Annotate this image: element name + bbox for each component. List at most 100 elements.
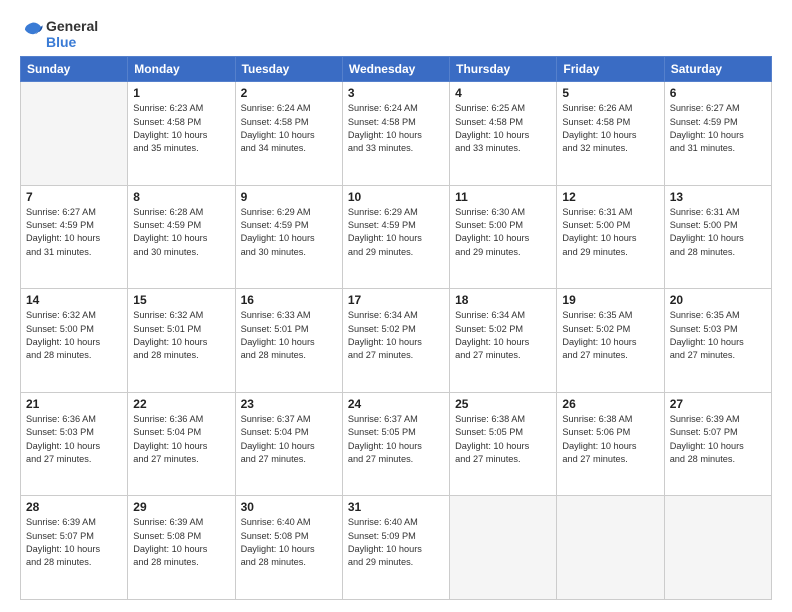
weekday-header-thursday: Thursday	[450, 57, 557, 82]
day-number: 8	[133, 190, 229, 204]
day-number: 28	[26, 500, 122, 514]
calendar-cell: 9 Sunrise: 6:29 AMSunset: 4:59 PMDaylight…	[235, 185, 342, 289]
calendar-cell: 17 Sunrise: 6:34 AMSunset: 5:02 PMDayligh…	[342, 289, 449, 393]
day-info: Sunrise: 6:34 AMSunset: 5:02 PMDaylight:…	[348, 309, 444, 362]
calendar-cell: 20 Sunrise: 6:35 AMSunset: 5:03 PMDayligh…	[664, 289, 771, 393]
calendar-cell: 3 Sunrise: 6:24 AMSunset: 4:58 PMDaylight…	[342, 82, 449, 186]
day-info: Sunrise: 6:34 AMSunset: 5:02 PMDaylight:…	[455, 309, 551, 362]
weekday-header-row: SundayMondayTuesdayWednesdayThursdayFrid…	[21, 57, 772, 82]
day-info: Sunrise: 6:27 AMSunset: 4:59 PMDaylight:…	[26, 206, 122, 259]
calendar-cell: 4 Sunrise: 6:25 AMSunset: 4:58 PMDaylight…	[450, 82, 557, 186]
day-info: Sunrise: 6:23 AMSunset: 4:58 PMDaylight:…	[133, 102, 229, 155]
day-number: 30	[241, 500, 337, 514]
weekday-header-saturday: Saturday	[664, 57, 771, 82]
logo: General Blue	[20, 18, 98, 50]
day-number: 17	[348, 293, 444, 307]
day-number: 5	[562, 86, 658, 100]
day-info: Sunrise: 6:39 AMSunset: 5:08 PMDaylight:…	[133, 516, 229, 569]
day-number: 16	[241, 293, 337, 307]
day-number: 14	[26, 293, 122, 307]
day-number: 29	[133, 500, 229, 514]
calendar-cell: 1 Sunrise: 6:23 AMSunset: 4:58 PMDaylight…	[128, 82, 235, 186]
week-row-3: 14 Sunrise: 6:32 AMSunset: 5:00 PMDayligh…	[21, 289, 772, 393]
day-info: Sunrise: 6:36 AMSunset: 5:03 PMDaylight:…	[26, 413, 122, 466]
calendar-cell: 14 Sunrise: 6:32 AMSunset: 5:00 PMDayligh…	[21, 289, 128, 393]
calendar-cell	[557, 496, 664, 600]
day-info: Sunrise: 6:40 AMSunset: 5:09 PMDaylight:…	[348, 516, 444, 569]
day-number: 3	[348, 86, 444, 100]
day-number: 21	[26, 397, 122, 411]
calendar-cell: 31 Sunrise: 6:40 AMSunset: 5:09 PMDayligh…	[342, 496, 449, 600]
day-info: Sunrise: 6:38 AMSunset: 5:06 PMDaylight:…	[562, 413, 658, 466]
day-info: Sunrise: 6:24 AMSunset: 4:58 PMDaylight:…	[348, 102, 444, 155]
week-row-5: 28Sunrise: 6:39 AMSunset: 5:07 PMDayligh…	[21, 496, 772, 600]
day-info: Sunrise: 6:24 AMSunset: 4:58 PMDaylight:…	[241, 102, 337, 155]
day-info: Sunrise: 6:30 AMSunset: 5:00 PMDaylight:…	[455, 206, 551, 259]
day-info: Sunrise: 6:40 AMSunset: 5:08 PMDaylight:…	[241, 516, 337, 569]
calendar-cell: 2 Sunrise: 6:24 AMSunset: 4:58 PMDaylight…	[235, 82, 342, 186]
day-info: Sunrise: 6:32 AMSunset: 5:00 PMDaylight:…	[26, 309, 122, 362]
day-info: Sunrise: 6:29 AMSunset: 4:59 PMDaylight:…	[241, 206, 337, 259]
day-info: Sunrise: 6:29 AMSunset: 4:59 PMDaylight:…	[348, 206, 444, 259]
week-row-2: 7 Sunrise: 6:27 AMSunset: 4:59 PMDaylight…	[21, 185, 772, 289]
calendar-cell: 5Sunrise: 6:26 AMSunset: 4:58 PMDaylight…	[557, 82, 664, 186]
calendar-cell: 24 Sunrise: 6:37 AMSunset: 5:05 PMDayligh…	[342, 392, 449, 496]
day-number: 2	[241, 86, 337, 100]
day-info: Sunrise: 6:25 AMSunset: 4:58 PMDaylight:…	[455, 102, 551, 155]
weekday-header-sunday: Sunday	[21, 57, 128, 82]
day-number: 26	[562, 397, 658, 411]
calendar-cell: 19 Sunrise: 6:35 AMSunset: 5:02 PMDayligh…	[557, 289, 664, 393]
day-number: 11	[455, 190, 551, 204]
day-number: 6	[670, 86, 766, 100]
day-number: 4	[455, 86, 551, 100]
weekday-header-friday: Friday	[557, 57, 664, 82]
page: General Blue SundayMondayTuesdayWednesda…	[0, 0, 792, 612]
calendar-cell	[21, 82, 128, 186]
day-info: Sunrise: 6:33 AMSunset: 5:01 PMDaylight:…	[241, 309, 337, 362]
day-number: 15	[133, 293, 229, 307]
day-number: 10	[348, 190, 444, 204]
week-row-1: 1 Sunrise: 6:23 AMSunset: 4:58 PMDaylight…	[21, 82, 772, 186]
calendar-cell: 10 Sunrise: 6:29 AMSunset: 4:59 PMDayligh…	[342, 185, 449, 289]
day-number: 19	[562, 293, 658, 307]
day-number: 1	[133, 86, 229, 100]
weekday-header-monday: Monday	[128, 57, 235, 82]
calendar-cell: 21 Sunrise: 6:36 AMSunset: 5:03 PMDayligh…	[21, 392, 128, 496]
calendar-cell: 22Sunrise: 6:36 AMSunset: 5:04 PMDayligh…	[128, 392, 235, 496]
calendar-cell: 12Sunrise: 6:31 AMSunset: 5:00 PMDayligh…	[557, 185, 664, 289]
header: General Blue	[20, 18, 772, 50]
logo-icon	[22, 21, 44, 43]
calendar-cell: 26 Sunrise: 6:38 AMSunset: 5:06 PMDayligh…	[557, 392, 664, 496]
calendar-cell: 8Sunrise: 6:28 AMSunset: 4:59 PMDaylight…	[128, 185, 235, 289]
logo-line2: Blue	[46, 34, 98, 50]
calendar-cell: 7 Sunrise: 6:27 AMSunset: 4:59 PMDaylight…	[21, 185, 128, 289]
calendar-cell: 28Sunrise: 6:39 AMSunset: 5:07 PMDayligh…	[21, 496, 128, 600]
calendar-cell: 16 Sunrise: 6:33 AMSunset: 5:01 PMDayligh…	[235, 289, 342, 393]
day-number: 9	[241, 190, 337, 204]
weekday-header-tuesday: Tuesday	[235, 57, 342, 82]
day-info: Sunrise: 6:38 AMSunset: 5:05 PMDaylight:…	[455, 413, 551, 466]
day-number: 22	[133, 397, 229, 411]
logo-line1: General	[46, 18, 98, 34]
calendar-cell	[450, 496, 557, 600]
calendar-cell: 23Sunrise: 6:37 AMSunset: 5:04 PMDayligh…	[235, 392, 342, 496]
day-info: Sunrise: 6:35 AMSunset: 5:03 PMDaylight:…	[670, 309, 766, 362]
day-info: Sunrise: 6:31 AMSunset: 5:00 PMDaylight:…	[670, 206, 766, 259]
day-number: 31	[348, 500, 444, 514]
day-number: 20	[670, 293, 766, 307]
week-row-4: 21 Sunrise: 6:36 AMSunset: 5:03 PMDayligh…	[21, 392, 772, 496]
calendar-cell: 18Sunrise: 6:34 AMSunset: 5:02 PMDayligh…	[450, 289, 557, 393]
day-number: 24	[348, 397, 444, 411]
day-number: 27	[670, 397, 766, 411]
calendar-cell: 25Sunrise: 6:38 AMSunset: 5:05 PMDayligh…	[450, 392, 557, 496]
day-number: 7	[26, 190, 122, 204]
day-number: 23	[241, 397, 337, 411]
day-info: Sunrise: 6:35 AMSunset: 5:02 PMDaylight:…	[562, 309, 658, 362]
day-info: Sunrise: 6:27 AMSunset: 4:59 PMDaylight:…	[670, 102, 766, 155]
calendar-cell: 27Sunrise: 6:39 AMSunset: 5:07 PMDayligh…	[664, 392, 771, 496]
day-number: 13	[670, 190, 766, 204]
day-number: 12	[562, 190, 658, 204]
day-info: Sunrise: 6:37 AMSunset: 5:05 PMDaylight:…	[348, 413, 444, 466]
weekday-header-wednesday: Wednesday	[342, 57, 449, 82]
calendar-cell: 6 Sunrise: 6:27 AMSunset: 4:59 PMDaylight…	[664, 82, 771, 186]
